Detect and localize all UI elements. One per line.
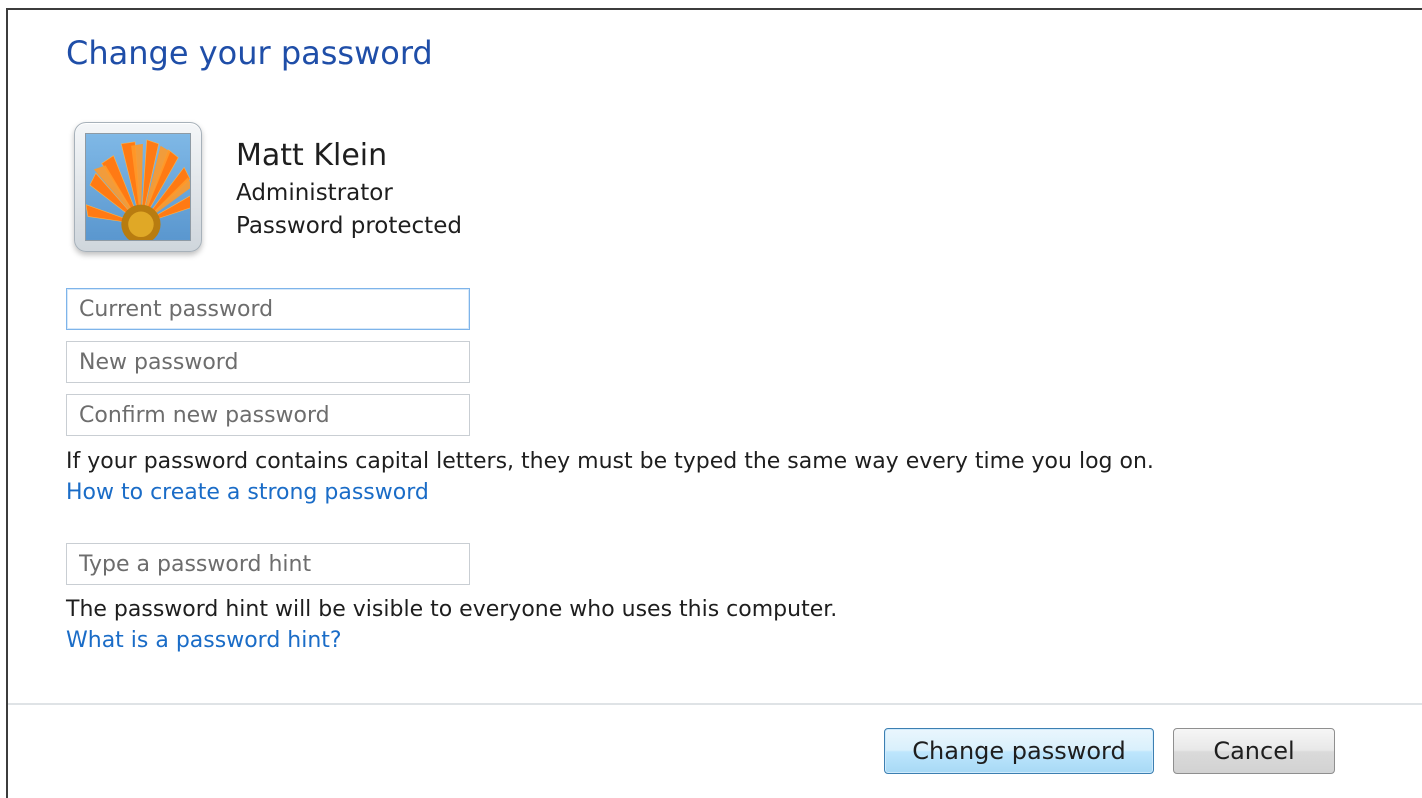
strong-password-link[interactable]: How to create a strong password: [66, 480, 429, 505]
change-password-button[interactable]: Change password: [884, 728, 1154, 774]
password-hint-help-link[interactable]: What is a password hint?: [66, 628, 342, 653]
password-hint-input[interactable]: [66, 543, 470, 585]
user-status: Password protected: [236, 213, 462, 239]
hint-visibility-note: The password hint will be visible to eve…: [66, 597, 838, 622]
footer-divider: [8, 703, 1422, 705]
flower-avatar-icon: [85, 133, 191, 241]
user-avatar: [74, 122, 202, 252]
user-name: Matt Klein: [236, 138, 388, 173]
capitals-note: If your password contains capital letter…: [66, 449, 1154, 474]
cancel-button[interactable]: Cancel: [1173, 728, 1335, 774]
page-title: Change your password: [66, 34, 433, 72]
current-password-input[interactable]: [66, 288, 470, 330]
new-password-input[interactable]: [66, 341, 470, 383]
confirm-password-input[interactable]: [66, 394, 470, 436]
user-role: Administrator: [236, 180, 393, 206]
